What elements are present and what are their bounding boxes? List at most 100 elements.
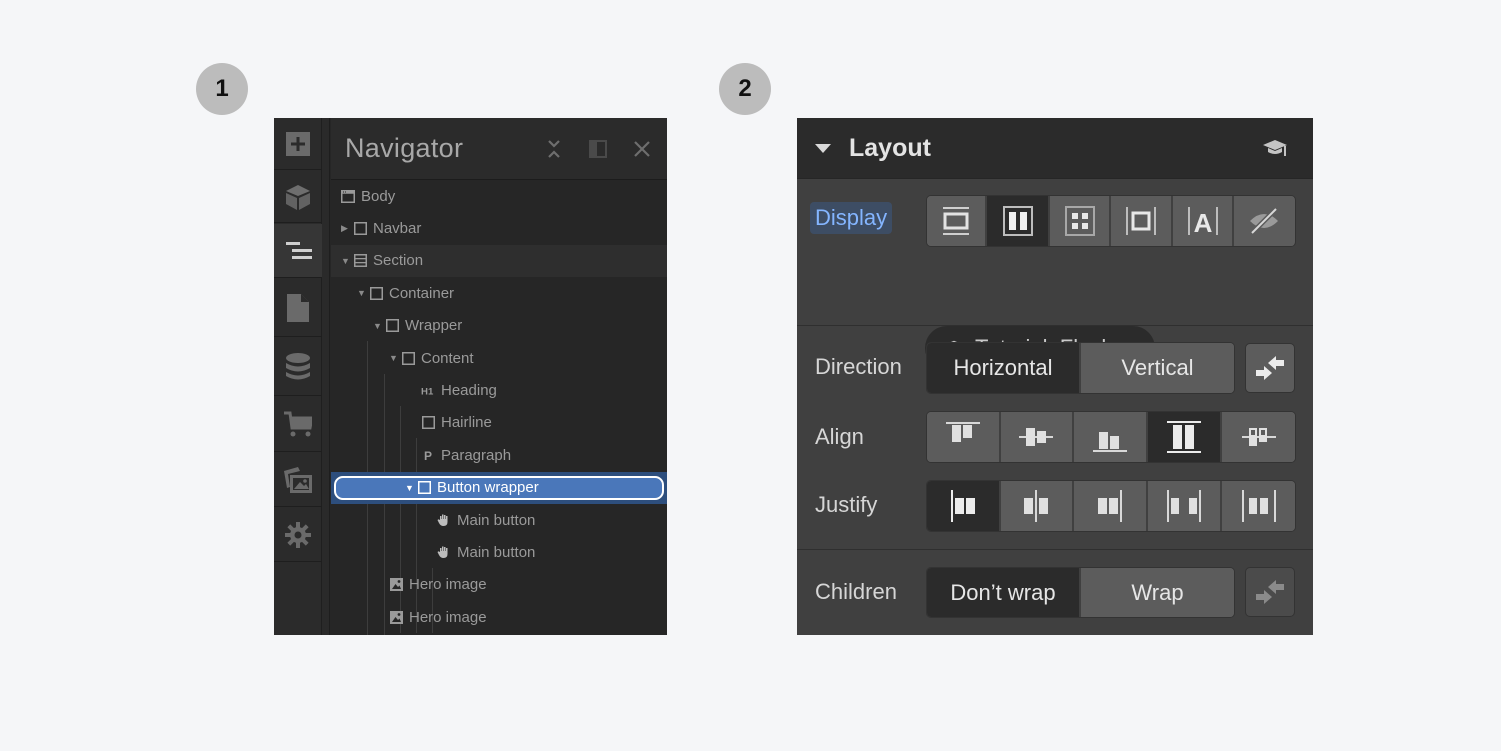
tree-item-content[interactable]: ▼ Content [331, 342, 667, 374]
tree-item-heading[interactable]: H1 Heading [331, 374, 667, 406]
align-stretch-icon [1167, 421, 1202, 453]
ecommerce-panel-button[interactable] [274, 397, 322, 452]
dock-panel-icon[interactable] [587, 138, 609, 160]
paragraph-icon: P [421, 448, 435, 462]
symbols-panel-button[interactable] [274, 171, 322, 223]
caret-down-icon[interactable]: ▼ [389, 353, 398, 363]
box-icon [385, 319, 399, 333]
layout-title: Layout [849, 133, 931, 162]
collapse-all-icon[interactable] [543, 138, 565, 160]
navigator-header: Navigator [331, 118, 667, 180]
display-options: A [926, 195, 1296, 247]
justify-end-icon [1098, 490, 1123, 522]
display-grid-icon [1064, 206, 1095, 236]
tree-item-hero-image[interactable]: Hero image [331, 569, 667, 601]
tree-item-body[interactable]: Body [331, 180, 667, 212]
align-start-button[interactable] [927, 412, 1001, 462]
display-none-button[interactable] [1234, 196, 1294, 246]
display-grid-button[interactable] [1050, 196, 1111, 246]
tree-item-button-wrapper[interactable]: ▼ Button wrapper [331, 471, 667, 504]
wrap-button[interactable]: Wrap [1081, 568, 1234, 617]
tree-item-label: Navbar [373, 219, 422, 237]
display-inline-button[interactable]: A [1173, 196, 1234, 246]
justify-space-around-icon [1241, 490, 1276, 522]
justify-space-between-button[interactable] [1147, 481, 1223, 531]
caret-down-icon[interactable]: ▼ [373, 321, 382, 331]
tree-item-label: Hero image [409, 576, 487, 594]
hand-icon [437, 513, 451, 527]
align-start-icon [945, 422, 980, 442]
children-section: Children Don’t wrap Wrap [797, 550, 1313, 635]
align-baseline-icon [1241, 428, 1276, 446]
navigator-panel-button[interactable] [274, 224, 323, 278]
tree-item-wrapper[interactable]: ▼ Wrapper [331, 310, 667, 342]
cms-panel-button[interactable] [274, 338, 322, 396]
align-end-button[interactable] [1074, 412, 1148, 462]
dont-wrap-button[interactable]: Don’t wrap [927, 568, 1081, 617]
reverse-direction-button[interactable] [1245, 343, 1295, 393]
display-flex-button[interactable] [987, 196, 1050, 246]
display-block-button[interactable] [927, 196, 987, 246]
children-label: Children [815, 579, 897, 604]
caret-down-icon[interactable]: ▼ [341, 256, 350, 266]
assets-panel-button[interactable] [274, 453, 322, 507]
reverse-arrows-icon [1256, 580, 1284, 604]
tree-item-main-button[interactable]: Main button [331, 504, 667, 536]
navigator-title: Navigator [345, 133, 464, 163]
rail-divider [322, 118, 330, 635]
layout-section-header[interactable]: Layout [797, 118, 1313, 179]
tree-item-label: Button wrapper [437, 479, 539, 497]
direction-label: Direction [815, 354, 902, 379]
justify-center-button[interactable] [1000, 481, 1075, 531]
cart-icon [284, 411, 312, 437]
tree-item-paragraph[interactable]: P Paragraph [331, 439, 667, 471]
reverse-wrap-button[interactable] [1245, 567, 1295, 617]
display-inline-block-icon [1126, 207, 1156, 235]
align-baseline-button[interactable] [1222, 412, 1295, 462]
box-icon [353, 221, 367, 235]
step-badge-1: 1 [196, 63, 248, 115]
justify-end-button[interactable] [1074, 481, 1148, 531]
settings-panel-button[interactable] [274, 508, 322, 562]
direction-horizontal-button[interactable]: Horizontal [927, 343, 1081, 393]
tree-item-label: Body [361, 187, 396, 205]
caret-down-icon[interactable]: ▼ [357, 288, 366, 298]
tree-item-hero-image[interactable]: Hero image [331, 601, 667, 633]
hand-icon [437, 545, 451, 559]
pages-panel-button[interactable] [274, 279, 322, 337]
flex-settings-section: Direction Horizontal Vertical Align Just… [797, 326, 1313, 550]
tree-item-hairline[interactable]: Hairline [331, 407, 667, 439]
align-options [926, 411, 1296, 463]
direction-options: Horizontal Vertical [926, 342, 1235, 394]
display-inline-block-button[interactable] [1111, 196, 1173, 246]
tree-item-container[interactable]: ▼ Container [331, 277, 667, 309]
justify-space-around-button[interactable] [1222, 481, 1295, 531]
tree-item-label: Container [389, 284, 455, 302]
direction-vertical-button[interactable]: Vertical [1081, 343, 1234, 393]
caret-right-icon[interactable]: ▶ [341, 223, 350, 234]
display-label[interactable]: Display [810, 202, 893, 234]
justify-center-icon [1024, 490, 1049, 522]
svg-text:A: A [1193, 208, 1212, 236]
tree-item-label: Heading [441, 381, 497, 399]
tree-item-label: Main button [457, 543, 536, 561]
box-icon [421, 416, 435, 430]
box-icon [369, 286, 383, 300]
align-stretch-button[interactable] [1147, 412, 1223, 462]
graduation-cap-icon[interactable] [1263, 138, 1287, 158]
caret-down-icon[interactable]: ▼ [405, 483, 414, 493]
justify-start-button[interactable] [927, 481, 1001, 531]
align-center-button[interactable] [1000, 412, 1075, 462]
close-icon[interactable] [631, 138, 653, 160]
page-icon [287, 293, 309, 322]
add-panel-button[interactable] [274, 118, 322, 170]
tree-item-navbar[interactable]: ▶ Navbar [331, 212, 667, 244]
svg-text:P: P [424, 449, 432, 462]
heading-icon: H1 [421, 383, 435, 397]
caret-down-icon[interactable] [815, 143, 831, 153]
cube-icon [286, 184, 310, 210]
align-center-icon [1019, 428, 1054, 446]
tree-item-section[interactable]: ▼ Section [331, 244, 667, 277]
tree-item-main-button[interactable]: Main button [331, 536, 667, 568]
step-badge-2: 2 [719, 63, 771, 115]
